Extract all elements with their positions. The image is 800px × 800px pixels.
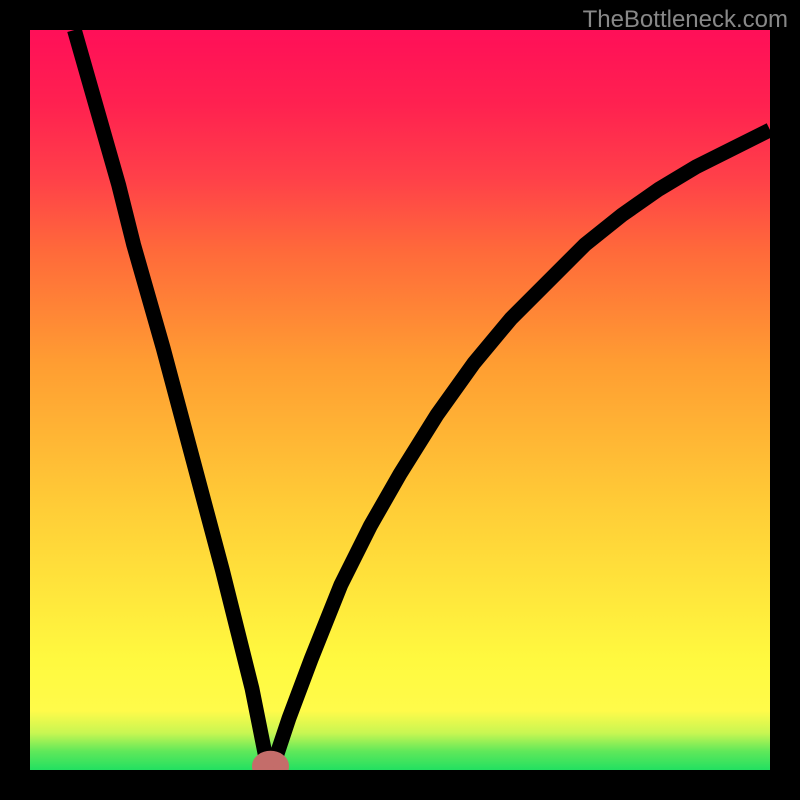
bottleneck-curve	[74, 30, 770, 763]
minimum-marker	[259, 758, 281, 770]
chart-container: TheBottleneck.com	[0, 0, 800, 800]
plot-area	[30, 30, 770, 770]
chart-svg	[30, 30, 770, 770]
